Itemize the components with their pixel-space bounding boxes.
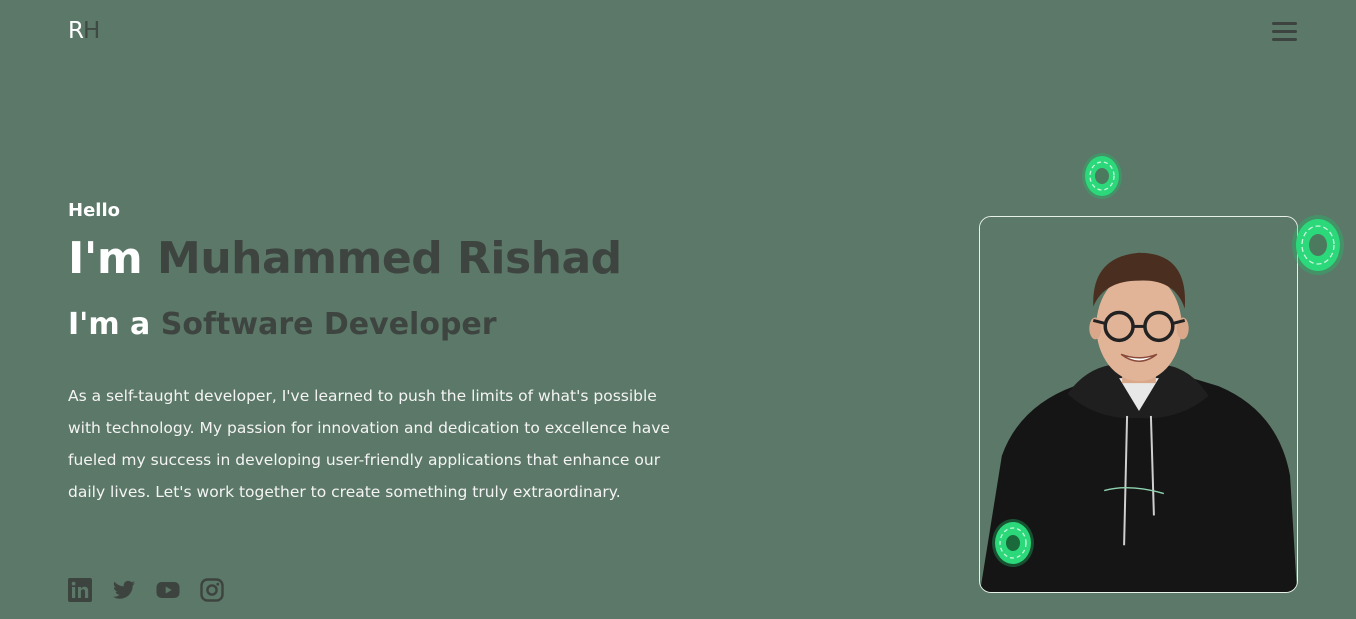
glow-ring-decoration-right [1288, 212, 1348, 278]
role-text: Software Developer [160, 307, 497, 343]
bio-paragraph: As a self-taught developer, I've learned… [68, 387, 670, 502]
twitter-icon[interactable] [112, 578, 136, 602]
linkedin-icon[interactable] [68, 578, 92, 602]
greeting: Hello [68, 200, 120, 221]
glow-ring-decoration-bottom [988, 516, 1038, 570]
logo-letter-r: R [68, 18, 84, 44]
name-text: Muhammed Rishad [157, 233, 622, 284]
name-prefix: I'm [68, 233, 143, 284]
name-heading: I'm Muhammed Rishad [68, 233, 708, 284]
glow-ring-decoration-top [1078, 150, 1126, 202]
youtube-icon[interactable] [156, 578, 180, 602]
logo-letter-h: H [82, 18, 100, 44]
hero-section: Hello I'm Muhammed Rishad I'm a Software… [68, 200, 708, 508]
logo[interactable]: RH [68, 18, 100, 44]
role-prefix: I'm a [68, 307, 151, 343]
instagram-icon[interactable] [200, 578, 224, 602]
social-links [68, 578, 224, 602]
role-heading: I'm a Software Developer [68, 307, 708, 342]
hamburger-menu-icon[interactable] [1272, 22, 1297, 41]
